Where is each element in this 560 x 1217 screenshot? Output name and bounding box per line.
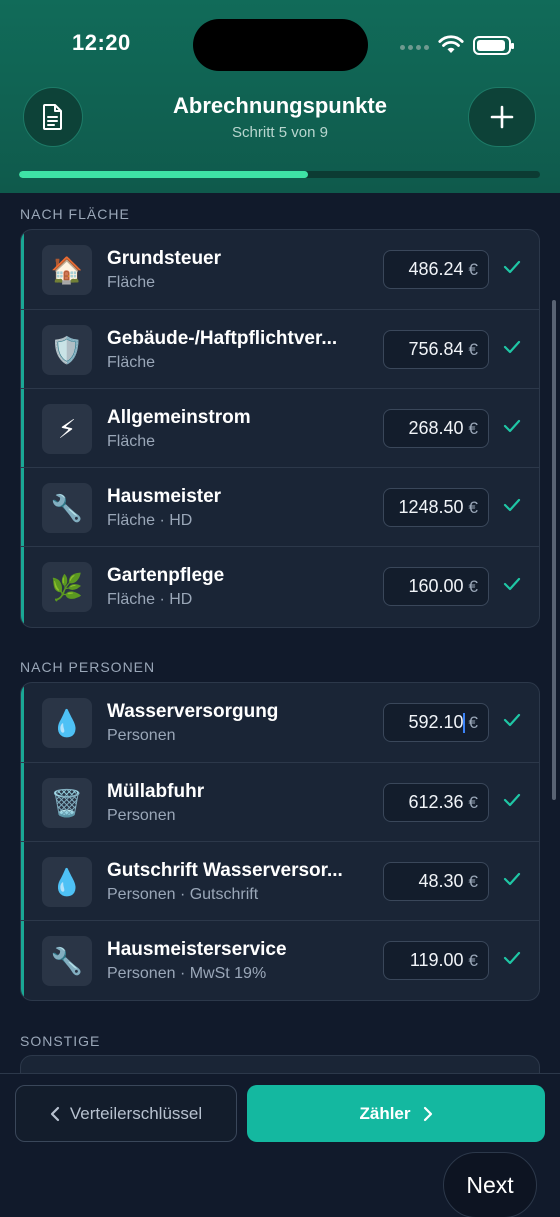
droplet-icon: 💧	[42, 698, 92, 748]
wastebasket-icon: 🗑️	[42, 778, 92, 828]
list-item[interactable]: 🏠 Grundsteuer Fläche 486.24 €	[21, 230, 539, 309]
plus-icon	[490, 105, 514, 129]
list-item[interactable]: 🛡️ Gebäude-/Haftpflichtver... Fläche 756…	[21, 309, 539, 388]
lightning-icon: ⚡	[42, 404, 92, 454]
currency-label: €	[468, 871, 478, 891]
check-icon	[503, 951, 521, 965]
forward-button-label: Zähler	[359, 1103, 411, 1123]
amount-input[interactable]: 268.40 €	[383, 409, 489, 448]
amount-input[interactable]: 48.30 €	[383, 862, 489, 901]
scrollbar[interactable]	[552, 300, 556, 800]
text-cursor	[462, 712, 465, 733]
item-subtitle: Fläche · HD	[107, 512, 193, 529]
list-item[interactable]: 🔧 Hausmeister Fläche · HD 1248.50 €	[21, 467, 539, 546]
amount-input[interactable]: 1248.50 €	[383, 488, 489, 527]
item-subtitle: Fläche	[107, 354, 156, 371]
item-subtitle: Fläche	[107, 274, 156, 291]
item-title: Hausmeisterservice	[107, 939, 287, 960]
item-subtitle: Fläche	[107, 433, 156, 450]
check-icon	[503, 577, 521, 591]
document-icon	[43, 104, 62, 130]
currency-label: €	[468, 792, 478, 812]
cellular-signal-icon	[400, 43, 430, 51]
chevron-left-icon	[50, 1106, 59, 1121]
header: 12:20 Abrechnungspunkte Schritt 5 von 9	[0, 0, 560, 193]
item-subtitle: Personen	[107, 727, 176, 744]
check-icon	[503, 260, 521, 274]
amount-input[interactable]: 160.00 €	[383, 567, 489, 606]
check-icon	[503, 498, 521, 512]
item-title: Gutschrift Wasserversor...	[107, 860, 343, 881]
currency-label: €	[468, 259, 478, 279]
item-subtitle: Fläche · HD	[107, 591, 193, 608]
item-title: Allgemeinstrom	[107, 407, 251, 428]
shield-icon: 🛡️	[42, 325, 92, 375]
step-indicator: Schritt 5 von 9	[232, 124, 328, 141]
droplet-icon: 💧	[42, 857, 92, 907]
next-button[interactable]: Next	[443, 1152, 537, 1217]
card-personen: 💧 Wasserversorgung Personen 592.10 € 🗑️ M…	[20, 682, 540, 1001]
battery-icon	[473, 36, 514, 55]
list-item[interactable]: 🌿 Gartenpflege Fläche · HD 160.00 €	[21, 546, 539, 625]
wifi-icon	[438, 35, 464, 53]
progress-fill	[19, 171, 309, 178]
section-label-personen: NACH PERSONEN	[20, 659, 156, 675]
page-title: Abrechnungspunkte	[173, 93, 387, 118]
item-title: Wasserversorgung	[107, 701, 279, 722]
list-item[interactable]: 💧 Gutschrift Wasserversor... Personen · …	[21, 841, 539, 920]
amount-input[interactable]: 119.00 €	[383, 941, 489, 980]
item-title: Hausmeister	[107, 486, 222, 507]
check-icon	[503, 713, 521, 727]
amount-input[interactable]: 486.24 €	[383, 250, 489, 289]
list-item[interactable]: 🗑️ Müllabfuhr Personen 612.36 €	[21, 762, 539, 841]
herb-icon: 🌿	[42, 562, 92, 612]
currency-label: €	[468, 418, 478, 438]
item-title: Gebäude-/Haftpflichtver...	[107, 328, 338, 349]
check-icon	[503, 793, 521, 807]
item-subtitle: Personen · Gutschrift	[107, 886, 259, 903]
list-item[interactable]: 💧 Wasserversorgung Personen 592.10 €	[21, 683, 539, 762]
wrench-icon: 🔧	[42, 936, 92, 986]
status-time: 12:20	[72, 30, 131, 55]
forward-button[interactable]: Zähler	[247, 1085, 545, 1142]
amount-input-focused[interactable]: 592.10 €	[383, 703, 489, 742]
amount-input[interactable]: 756.84 €	[383, 330, 489, 369]
item-title: Müllabfuhr	[107, 781, 205, 802]
section-label-sonstige: SONSTIGE	[20, 1033, 101, 1049]
check-icon	[503, 340, 521, 354]
progress-bar	[19, 171, 540, 178]
status-icons	[400, 34, 540, 58]
check-icon	[503, 419, 521, 433]
chevron-right-icon	[423, 1106, 432, 1121]
currency-label: €	[468, 497, 478, 517]
house-icon: 🏠	[42, 245, 92, 295]
currency-label: €	[468, 950, 478, 970]
back-button-label: Verteilerschlüssel	[69, 1103, 203, 1123]
dynamic-island	[193, 19, 368, 71]
back-button[interactable]: Verteilerschlüssel	[15, 1085, 237, 1142]
currency-label: €	[468, 339, 478, 359]
amount-input[interactable]: 612.36 €	[383, 783, 489, 822]
currency-label: €	[468, 712, 478, 732]
wrench-icon: 🔧	[42, 483, 92, 533]
list-item[interactable]: ⚡ Allgemeinstrom Fläche 268.40 €	[21, 388, 539, 467]
list-item[interactable]: 🔧 Hausmeisterservice Personen · MwSt 19%…	[21, 920, 539, 999]
item-subtitle: Personen · MwSt 19%	[107, 965, 267, 982]
item-title: Grundsteuer	[107, 248, 222, 269]
check-icon	[503, 872, 521, 886]
section-label-flaeche: NACH FLÄCHE	[20, 206, 130, 222]
add-button[interactable]	[468, 87, 536, 147]
bottom-bar: Verteilerschlüssel Zähler Next	[0, 1073, 560, 1217]
item-title: Gartenpflege	[107, 565, 225, 586]
item-subtitle: Personen	[107, 807, 176, 824]
document-button[interactable]	[23, 87, 83, 147]
currency-label: €	[468, 576, 478, 596]
card-flaeche: 🏠 Grundsteuer Fläche 486.24 € 🛡️ Gebäude-…	[20, 229, 540, 628]
